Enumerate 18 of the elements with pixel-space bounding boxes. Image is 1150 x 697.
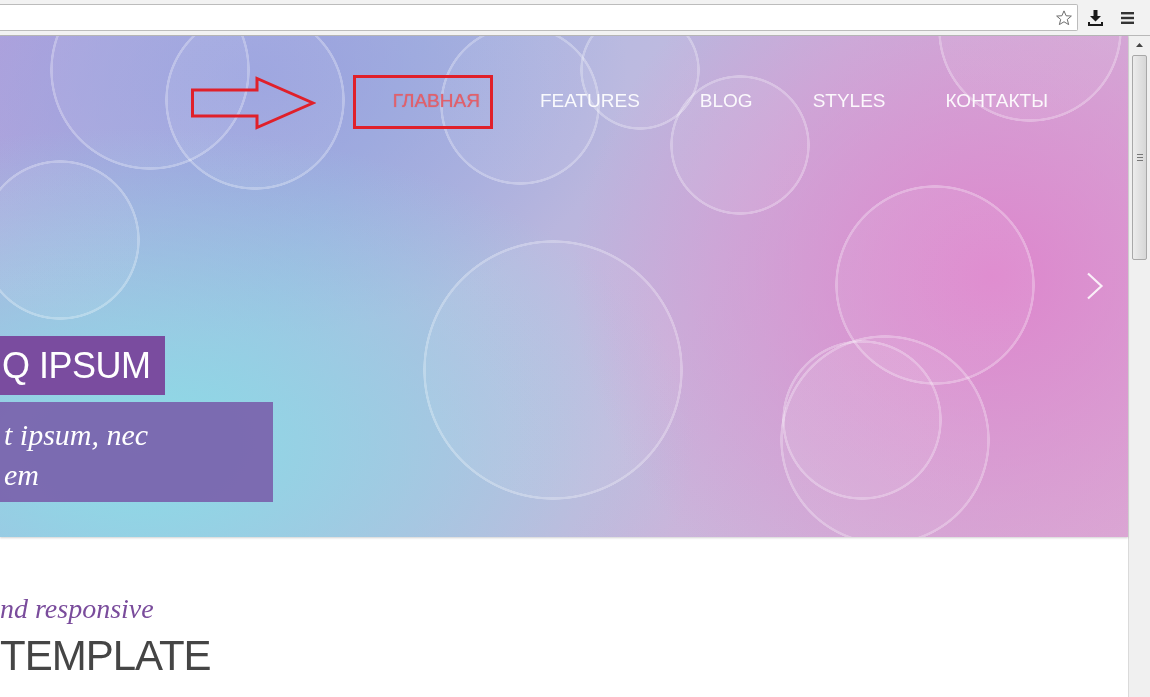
hero-subtitle: t ipsum, nec em: [0, 402, 273, 502]
scroll-up-icon[interactable]: [1136, 43, 1143, 47]
tagline: nd responsive: [0, 593, 154, 625]
hero-title: Q IPSUM: [0, 336, 165, 395]
menu-icon: [1120, 11, 1134, 24]
star-icon[interactable]: [1055, 8, 1073, 27]
section-heading: TEMPLATE: [0, 631, 211, 681]
scrollbar-thumb[interactable]: [1132, 55, 1147, 260]
nav-link[interactable]: КОНТАКТЫ: [945, 88, 1048, 114]
nav-link[interactable]: FEATURES: [539, 88, 640, 114]
download-icon: [1087, 9, 1103, 26]
next-slide-button[interactable]: [1086, 272, 1104, 300]
nav-link[interactable]: STYLES: [812, 88, 886, 114]
nav-link[interactable]: ГЛАВНАЯ: [392, 88, 480, 114]
chevron-right-icon: [1086, 272, 1104, 300]
nav-link[interactable]: BLOG: [699, 88, 753, 114]
grip-icon: [1136, 154, 1143, 161]
address-field[interactable]: [0, 4, 1078, 31]
